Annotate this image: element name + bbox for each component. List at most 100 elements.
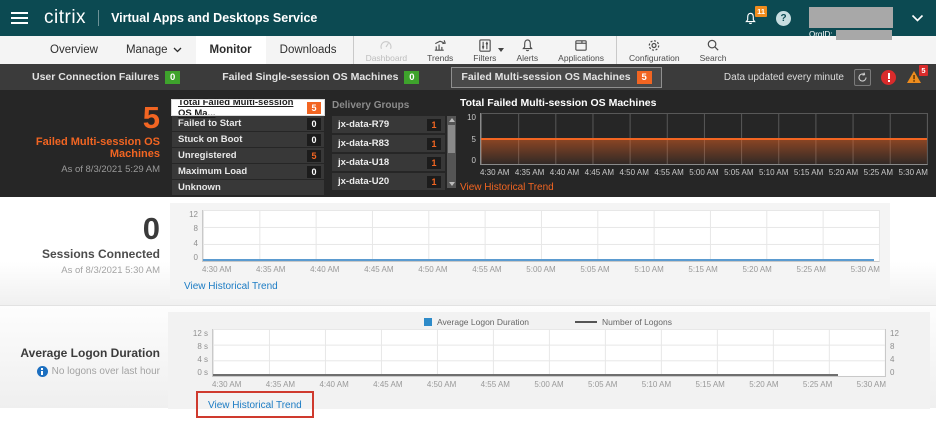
axis-tick-label: 5:25 AM [864, 168, 893, 177]
axis-tick-label: 5:30 AM [851, 265, 880, 276]
tool-alerts[interactable]: Alerts [506, 36, 548, 64]
axis-tick-label: 8 s [197, 342, 208, 351]
axis-tick-label: 5:20 AM [749, 380, 778, 390]
axis-tick-label: 12 [189, 210, 198, 219]
tab-monitor[interactable]: Monitor [196, 36, 266, 64]
axis-tick-label: 10 [467, 113, 476, 122]
filters-dropdown-caret [498, 48, 504, 52]
redacted-username [809, 7, 893, 28]
failure-category-list: Total Failed Multi-session OS Ma... 5 Fa… [172, 100, 324, 196]
category-count-badge: 5 [307, 102, 321, 114]
area-fill [481, 139, 927, 165]
tab-overview[interactable]: Overview [36, 36, 112, 64]
search-magnifier-icon [705, 38, 721, 53]
axis-tick-label: 4:45 AM [364, 265, 393, 276]
citrix-logo[interactable]: citrix [44, 7, 86, 29]
axis-tick-label: 4:55 AM [654, 168, 683, 177]
axis-tick-label: 5:00 AM [689, 168, 718, 177]
category-label: Unregistered [178, 150, 237, 161]
refresh-button[interactable] [854, 69, 871, 86]
failure-category-row[interactable]: Unregistered 5 [172, 148, 324, 163]
axis-tick-label: 5:25 AM [797, 265, 826, 276]
y-axis: 10 5 0 [460, 113, 480, 165]
delivery-group-row[interactable]: jx-data-U18 1 [332, 154, 445, 171]
axis-tick-label: 4 [194, 239, 198, 248]
configuration-gear-icon [646, 38, 662, 53]
axis-tick-label: 4:30 AM [202, 265, 231, 276]
count-badge: 0 [404, 71, 419, 84]
legend-avg-logon-duration: Average Logon Duration [424, 317, 529, 327]
chart-plot-area [212, 329, 886, 377]
logon-duration-title: Average Logon Duration [0, 346, 160, 360]
failure-category-row[interactable]: Unknown [172, 180, 324, 195]
tab-downloads[interactable]: Downloads [266, 36, 351, 64]
notifications-button[interactable]: 11 [743, 11, 758, 26]
failed-machines-chart: Total Failed Multi-session OS Machines 1… [460, 97, 928, 195]
axis-tick-label: 4:35 AM [256, 265, 285, 276]
gray-line-swatch [575, 321, 597, 323]
axis-tick-label: 4:50 AM [620, 168, 649, 177]
filter-tab-user-connection-failures[interactable]: User Connection Failures 0 [22, 67, 190, 88]
hamburger-menu-icon[interactable] [0, 0, 38, 36]
delivery-groups-scrollbar[interactable] [447, 116, 456, 188]
delivery-group-name: jx-data-R83 [338, 138, 389, 149]
chart-legend: Average Logon Duration Number of Logons [174, 315, 922, 329]
filter-tab-failed-single-session[interactable]: Failed Single-session OS Machines 0 [212, 67, 429, 88]
tool-trends[interactable]: Trends [417, 36, 463, 64]
axis-tick-label: 8 [194, 224, 198, 233]
x-axis: 4:30 AM 4:35 AM 4:40 AM 4:45 AM 4:50 AM … [480, 165, 928, 177]
view-historical-trend-link[interactable]: View Historical Trend [184, 281, 278, 292]
tool-search[interactable]: Search [690, 36, 737, 64]
delivery-groups-title: Delivery Groups [332, 100, 456, 111]
view-historical-trend-link[interactable]: View Historical Trend [460, 182, 554, 193]
axis-tick-label: 4:35 AM [515, 168, 544, 177]
category-label: Total Failed Multi-session OS Ma... [178, 97, 307, 119]
notification-count-badge: 11 [755, 6, 767, 17]
axis-tick-label: 8 [890, 342, 894, 351]
category-label: Failed to Start [178, 118, 241, 129]
error-alert-icon[interactable] [881, 70, 896, 85]
delivery-group-name: jx-data-U18 [338, 157, 389, 168]
axis-tick-label: 5:05 AM [580, 265, 609, 276]
failed-machines-count: 5 [0, 102, 160, 133]
tab-manage[interactable]: Manage [112, 36, 196, 64]
chevron-down-icon[interactable] [911, 14, 924, 23]
delivery-group-row[interactable]: jx-data-U20 1 [332, 173, 445, 190]
x-axis: 4:30 AM 4:35 AM 4:40 AM 4:45 AM 4:50 AM … [212, 377, 886, 390]
redacted-orgid [836, 30, 892, 40]
dashboard-gauge-icon [378, 38, 394, 53]
axis-tick-label: 4:30 AM [212, 380, 241, 390]
category-count-badge: 0 [307, 118, 321, 130]
delivery-group-row[interactable]: jx-data-R83 1 [332, 135, 445, 152]
axis-tick-label: 4:50 AM [427, 380, 456, 390]
sessions-timestamp: As of 8/3/2021 5:30 AM [0, 265, 160, 276]
main-nav: Overview Manage Monitor Downloads Dashbo… [0, 36, 936, 64]
tool-applications[interactable]: Applications [548, 36, 614, 64]
warning-alarm-button[interactable]: 5 [906, 70, 922, 84]
tool-configuration[interactable]: Configuration [619, 36, 690, 64]
failure-category-row[interactable]: Maximum Load 0 [172, 164, 324, 179]
delivery-group-count-badge: 1 [427, 119, 441, 131]
logon-duration-panel: Average Logon Duration No logons over la… [0, 305, 936, 408]
axis-tick-label: 5:15 AM [794, 168, 823, 177]
axis-tick-label: 5:10 AM [634, 265, 663, 276]
filter-tab-failed-multi-session[interactable]: Failed Multi-session OS Machines 5 [451, 67, 661, 88]
axis-tick-label: 4:40 AM [550, 168, 579, 177]
axis-tick-label: 5:10 AM [642, 380, 671, 390]
sessions-panel: 0 Sessions Connected As of 8/3/2021 5:30… [0, 197, 936, 305]
delivery-group-row[interactable]: jx-data-R79 1 [332, 116, 445, 133]
axis-tick-label: 5:15 AM [688, 265, 717, 276]
chevron-down-icon [173, 47, 182, 53]
axis-tick-label: 5:20 AM [742, 265, 771, 276]
x-axis: 4:30 AM 4:35 AM 4:40 AM 4:45 AM 4:50 AM … [202, 262, 880, 276]
delivery-group-count-badge: 1 [427, 138, 441, 150]
sessions-chart: 12 8 4 0 4:30 AM 4:35 AM 4:40 AM 4:45 AM… [170, 203, 890, 299]
failure-category-row[interactable]: Stuck on Boot 0 [172, 132, 324, 147]
failure-category-row[interactable]: Total Failed Multi-session OS Ma... 5 [172, 100, 324, 115]
view-historical-trend-link[interactable]: View Historical Trend [208, 400, 302, 411]
help-button[interactable]: ? [776, 11, 791, 26]
tool-filters[interactable]: Filters [463, 36, 506, 64]
red-annotation-box: View Historical Trend [196, 391, 314, 418]
account-menu[interactable]: OrgID: [809, 7, 893, 40]
delivery-group-count-badge: 1 [427, 176, 441, 188]
